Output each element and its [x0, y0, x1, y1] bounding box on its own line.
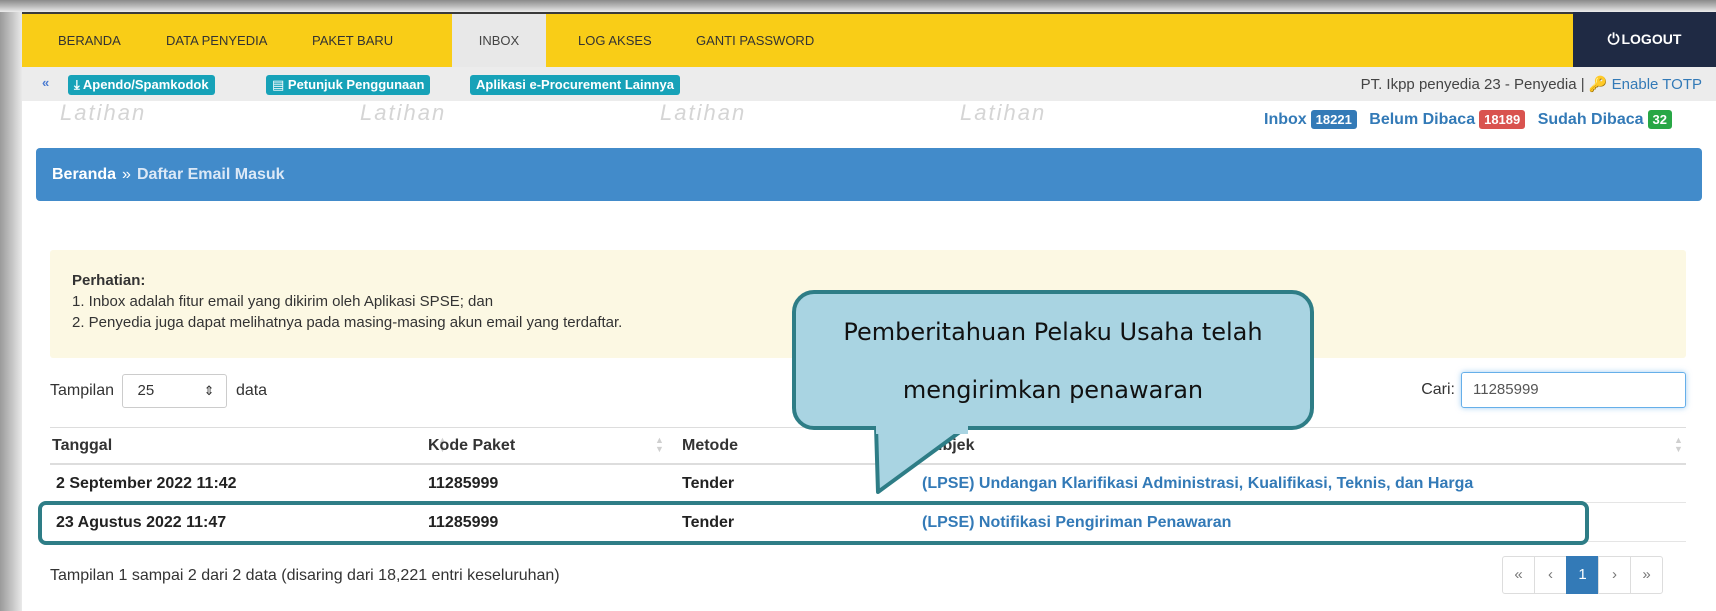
first-page-button[interactable]: «	[1502, 556, 1535, 594]
top-navigation: BERANDA DATA PENYEDIA PAKET BARU INBOX L…	[22, 12, 1716, 67]
page-length-select[interactable]: 25 ⇕	[122, 374, 228, 408]
read-count-badge: 32	[1647, 110, 1672, 129]
row-highlight-box	[38, 501, 1589, 545]
length-suffix: data	[235, 382, 268, 400]
page: BERANDA DATA PENYEDIA PAKET BARU INBOX L…	[0, 0, 1716, 611]
cell-kode-paket: 11285999	[428, 475, 499, 492]
nav-log-akses[interactable]: LOG AKSES	[562, 14, 668, 67]
nav-paket-baru[interactable]: PAKET BARU	[296, 14, 409, 67]
length-prefix: Tampilan	[50, 382, 115, 400]
power-icon: ⏻	[1607, 31, 1620, 48]
table-row[interactable]: 2 September 2022 11:42 11285999 Tender (…	[50, 465, 1686, 503]
apendo-label: Apendo/Spamkodok	[82, 77, 209, 92]
petunjuk-link[interactable]: ▤ Petunjuk Penggunaan	[266, 75, 431, 95]
inbox-link[interactable]: Inbox	[1264, 111, 1307, 128]
search-control: Cari: 11285999	[1421, 372, 1686, 408]
next-page-button[interactable]: ›	[1598, 556, 1631, 594]
callout-tail-cover	[876, 420, 968, 434]
header-metode[interactable]: Metode	[682, 428, 738, 464]
apendo-link[interactable]: ⤓ Apendo/Spamkodok	[68, 75, 215, 95]
nav-inbox[interactable]: INBOX	[452, 14, 546, 67]
breadcrumb-current: Daftar Email Masuk	[136, 166, 285, 183]
select-arrows-icon: ⇕	[203, 383, 215, 398]
totp-label: Enable TOTP	[1611, 76, 1702, 93]
inbox-counts: Inbox 18221 Belum Dibaca 18189 Sudah Dibac…	[1264, 110, 1680, 129]
aplikasi-label: Aplikasi e-Procurement Lainnya	[476, 77, 674, 92]
alert-title: Perhatian:	[72, 272, 146, 289]
petunjuk-label: Petunjuk Penggunaan	[287, 77, 425, 92]
logout-label: LOGOUT	[1621, 31, 1682, 47]
last-page-button[interactable]: »	[1630, 556, 1663, 594]
header-kode-paket[interactable]: Kode Paket	[428, 428, 515, 464]
watermark: Latihan	[360, 100, 447, 125]
breadcrumb: Beranda » Daftar Email Masuk	[36, 148, 1702, 201]
inbox-count-badge: 18221	[1310, 110, 1357, 129]
sort-icon: ▲ ▼	[655, 435, 664, 454]
unread-count-badge: 18189	[1479, 110, 1526, 129]
search-input[interactable]: 11285999	[1461, 372, 1686, 408]
user-name: PT. Ikpp penyedia 23 - Penyedia |	[1360, 76, 1585, 93]
page-length-control: Tampilan 25 ⇕ data	[50, 374, 267, 408]
page-1-button[interactable]: 1	[1566, 556, 1599, 594]
page-length-value: 25	[137, 382, 155, 399]
callout-line: mengirimkan penawaran	[902, 376, 1204, 404]
pagination: « ‹ 1 › »	[1502, 556, 1663, 594]
annotation-callout: Pemberitahuan Pelaku Usaha telah mengiri…	[792, 290, 1314, 430]
breadcrumb-home[interactable]: Beranda	[52, 166, 116, 183]
cell-metode: Tender	[682, 475, 735, 492]
user-info: PT. Ikpp penyedia 23 - Penyedia | 🔑 Enab…	[1361, 75, 1702, 93]
window-shadow-left	[0, 0, 22, 611]
nav-beranda[interactable]: BERANDA	[42, 14, 137, 67]
search-label: Cari:	[1421, 381, 1455, 399]
watermark: Latihan	[960, 100, 1047, 125]
watermark: Latihan	[660, 100, 747, 125]
table-header: Tanggal ▲ ▼ Kode Paket ▲ ▼ Metode Subjek ▲…	[50, 427, 1686, 465]
prev-page-button[interactable]: ‹	[1534, 556, 1567, 594]
enable-totp-link[interactable]: 🔑 Enable TOTP	[1589, 76, 1702, 93]
window-shadow-top	[0, 0, 1716, 12]
unread-link[interactable]: Belum Dibaca	[1369, 111, 1475, 128]
header-tanggal[interactable]: Tanggal	[52, 428, 112, 464]
table-info: Tampilan 1 sampai 2 dari 2 data (disarin…	[50, 567, 560, 584]
cell-tanggal: 2 September 2022 11:42	[56, 475, 237, 492]
nav-data-penyedia[interactable]: DATA PENYEDIA	[150, 14, 283, 67]
sort-icon: ▲ ▼	[1674, 435, 1683, 454]
callout-tail	[874, 426, 970, 494]
nav-ganti-password[interactable]: GANTI PASSWORD	[680, 14, 830, 67]
aplikasi-link[interactable]: Aplikasi e-Procurement Lainnya	[470, 75, 680, 95]
cell-subjek-link[interactable]: (LPSE) Undangan Klarifikasi Administrasi…	[922, 465, 1473, 502]
callout-line: Pemberitahuan Pelaku Usaha telah	[843, 318, 1263, 346]
collapse-chevron-icon[interactable]: «	[42, 75, 49, 90]
breadcrumb-separator: »	[122, 166, 131, 183]
logout-button[interactable]: ⏻ LOGOUT	[1573, 12, 1716, 67]
watermark: Latihan	[60, 100, 147, 125]
read-link[interactable]: Sudah Dibaca	[1538, 111, 1644, 128]
sub-toolbar: « ⤓ Apendo/Spamkodok ▤ Petunjuk Pengguna…	[22, 67, 1716, 101]
